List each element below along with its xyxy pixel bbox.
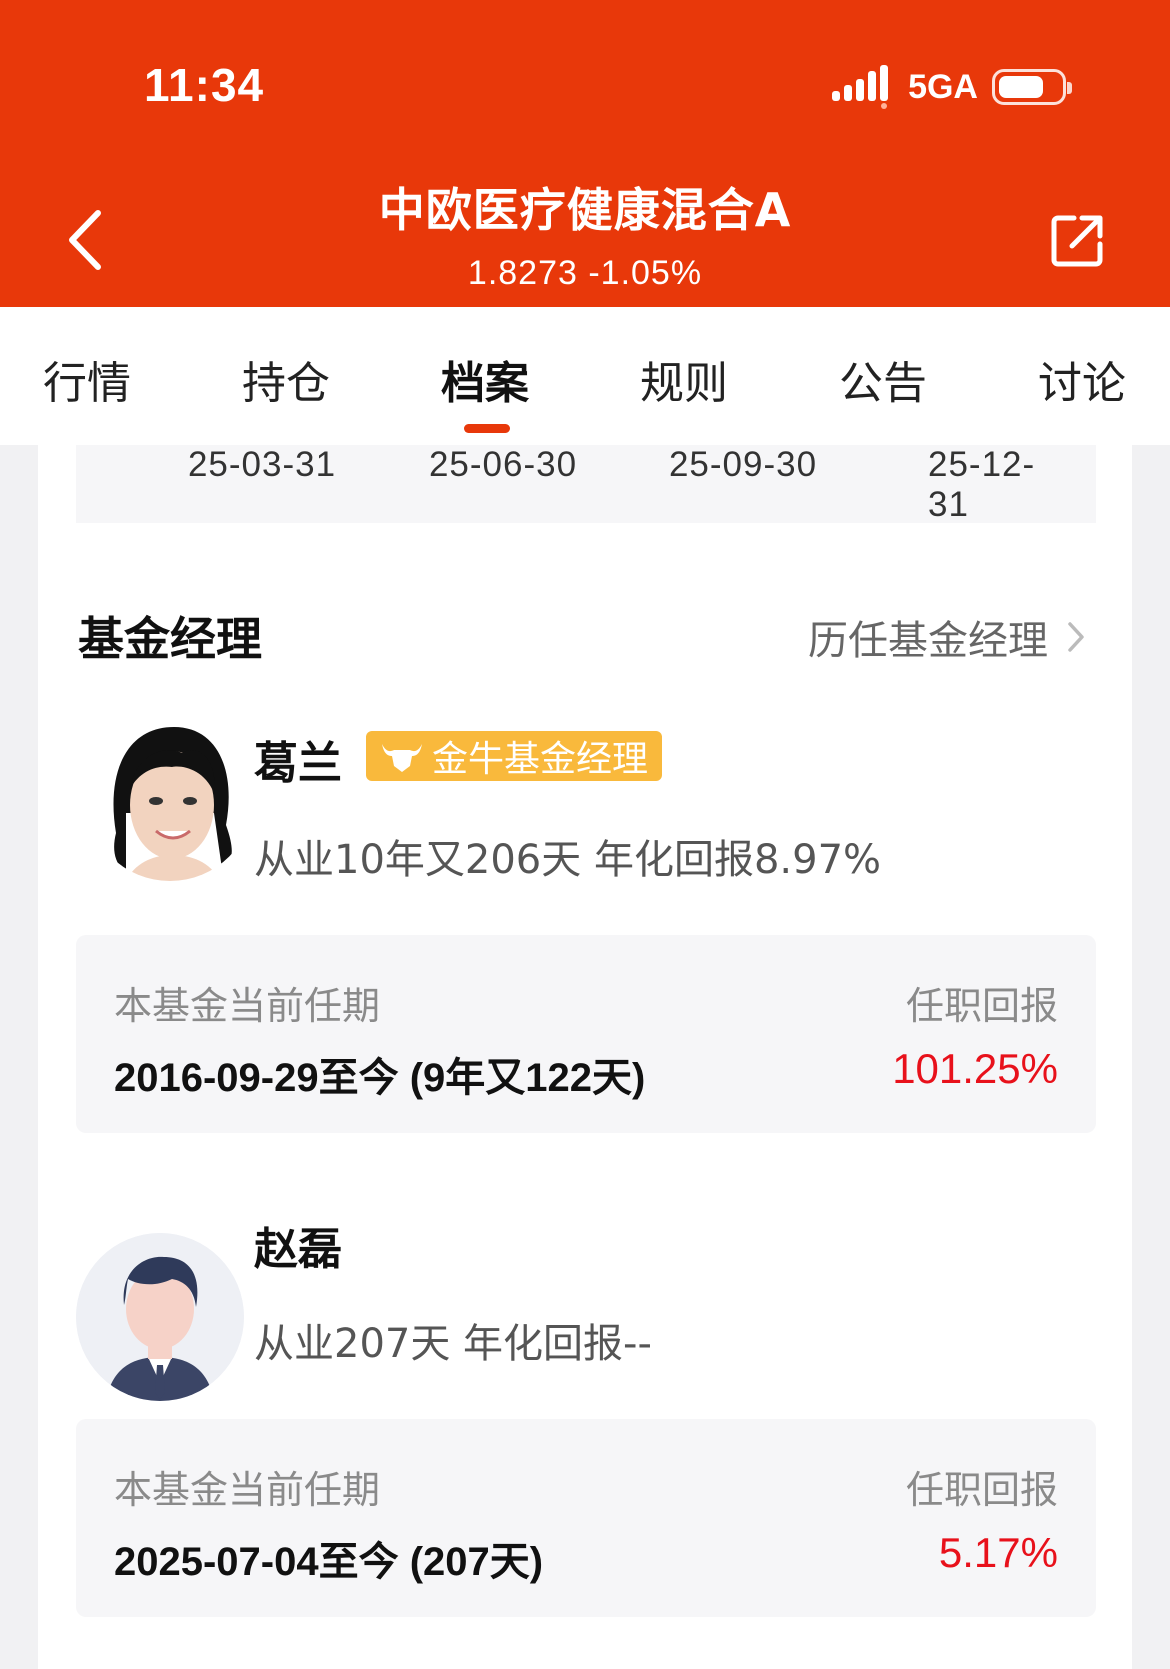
- tenure-label: 本基金当前任期: [114, 1468, 381, 1512]
- return-label: 任职回报: [905, 984, 1058, 1028]
- badge-label: 金牛基金经理: [432, 739, 649, 780]
- return-value: 5.17%: [938, 1529, 1058, 1576]
- return-value: 101.25%: [892, 1045, 1058, 1092]
- bull-icon: [382, 744, 422, 772]
- tenure-box: 本基金当前任期 任职回报 2016-09-29至今 (9年又122天) 101.…: [76, 935, 1096, 1133]
- tenure-box: 本基金当前任期 任职回报 2025-07-04至今 (207天) 5.17%: [76, 1419, 1096, 1617]
- date-axis: 25-03-31 25-06-30 25-09-30 25-12-31: [76, 445, 1096, 524]
- tab-holdings[interactable]: 持仓: [242, 347, 330, 411]
- network-type: 5GA: [908, 67, 978, 106]
- tab-discussion[interactable]: 讨论: [1038, 347, 1126, 411]
- tab-bar: 行情 持仓 档案 规则 公告 讨论: [0, 307, 1170, 445]
- manager-experience: 从业207天 年化回报--: [254, 1321, 652, 1367]
- tab-rules[interactable]: 规则: [640, 347, 728, 411]
- battery-fill: [999, 76, 1043, 98]
- tab-market[interactable]: 行情: [43, 347, 131, 411]
- tenure-label: 本基金当前任期: [114, 984, 381, 1028]
- share-icon[interactable]: [1048, 210, 1108, 270]
- avatar-manager-zhao[interactable]: [76, 1233, 244, 1401]
- tenure-value: 2016-09-29至今 (9年又122天): [114, 1056, 646, 1100]
- content-card: 25-03-31 25-06-30 25-09-30 25-12-31 基金经理…: [38, 445, 1132, 1669]
- section-title-managers: 基金经理: [78, 612, 262, 666]
- status-icons: 5GA: [832, 62, 1072, 112]
- manager-name[interactable]: 赵磊: [254, 1213, 342, 1277]
- history-managers-label: 历任基金经理: [808, 618, 1048, 664]
- active-tab-indicator: [464, 424, 510, 433]
- return-label: 任职回报: [905, 1468, 1058, 1512]
- tab-announcements[interactable]: 公告: [839, 347, 927, 411]
- tab-profile[interactable]: 档案: [441, 347, 529, 411]
- avatar-manager-ge[interactable]: [86, 713, 254, 881]
- tenure-value: 2025-07-04至今 (207天): [114, 1540, 544, 1584]
- history-managers-link[interactable]: 历任基金经理: [808, 608, 1086, 666]
- status-time: 11:34: [144, 59, 265, 111]
- date-label: 25-09-30: [668, 445, 818, 484]
- date-label: 25-12-31: [928, 445, 1036, 524]
- chevron-right-icon: [1068, 622, 1084, 652]
- signal-icon: [832, 65, 889, 109]
- date-label: 25-06-30: [428, 445, 578, 484]
- header-bar: 11:34 5GA 中欧医疗健康混合A 1.8273 -1.05%: [0, 0, 1170, 307]
- fund-price-change: 1.8273 -1.05%: [467, 254, 703, 292]
- golden-bull-badge: 金牛基金经理: [366, 731, 663, 781]
- date-label: 25-03-31: [187, 445, 337, 484]
- fund-title: 中欧医疗健康混合A: [378, 183, 792, 237]
- battery-icon: [992, 69, 1072, 105]
- manager-experience: 从业10年又206天 年化回报8.97%: [254, 837, 882, 883]
- manager-name[interactable]: 葛兰: [254, 727, 342, 791]
